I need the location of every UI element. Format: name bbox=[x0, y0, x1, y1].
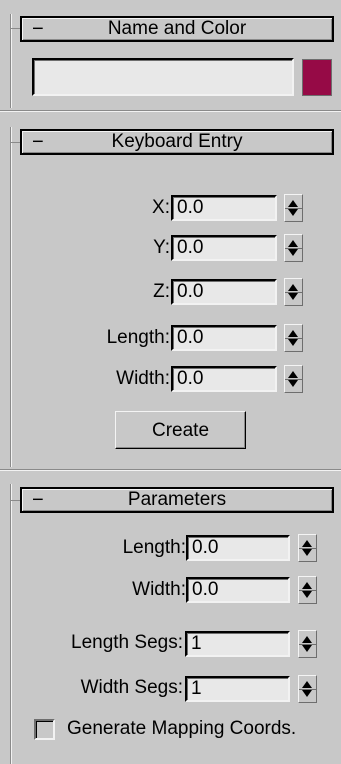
spinner-down-icon bbox=[288, 209, 298, 216]
spinner-down-icon bbox=[288, 249, 298, 256]
z-input[interactable]: 0.0 bbox=[171, 279, 277, 305]
y-input[interactable]: 0.0 bbox=[171, 235, 277, 261]
rollout-frame-tick bbox=[10, 28, 20, 29]
width-input[interactable]: 0.0 bbox=[171, 366, 277, 392]
spinner-up-icon bbox=[302, 540, 312, 547]
param-width-label: Width: bbox=[132, 579, 186, 600]
rollout-title: Parameters bbox=[127, 489, 227, 510]
spinner-down-icon bbox=[288, 293, 298, 300]
y-label: Y: bbox=[153, 237, 170, 258]
param-length-input[interactable]: 0.0 bbox=[186, 535, 290, 561]
x-spinner[interactable] bbox=[284, 194, 303, 222]
spinner-up-icon bbox=[288, 371, 298, 378]
rollout-frame-line bbox=[10, 127, 12, 467]
rollout-frame-line bbox=[10, 484, 12, 764]
rollout-separator bbox=[0, 469, 341, 471]
y-spinner[interactable] bbox=[284, 234, 303, 262]
z-label: Z: bbox=[153, 281, 170, 302]
param-width-spinner[interactable] bbox=[298, 576, 317, 604]
rollout-title: Keyboard Entry bbox=[111, 131, 243, 152]
x-input[interactable]: 0.0 bbox=[171, 195, 277, 221]
param-length-label: Length: bbox=[122, 537, 186, 558]
spinner-down-icon bbox=[302, 645, 312, 652]
param-length-spinner[interactable] bbox=[298, 534, 317, 562]
rollout-title: Name and Color bbox=[107, 18, 247, 39]
spinner-down-icon bbox=[288, 339, 298, 346]
width-label: Width: bbox=[116, 368, 170, 389]
length-segs-input[interactable]: 1 bbox=[185, 631, 290, 657]
spinner-up-icon bbox=[288, 284, 298, 291]
spinner-down-icon bbox=[302, 591, 312, 598]
keyboard-entry-header[interactable]: − Keyboard Entry bbox=[20, 129, 334, 155]
length-segs-spinner[interactable] bbox=[298, 630, 317, 658]
spinner-up-icon bbox=[302, 636, 312, 643]
object-color-swatch[interactable] bbox=[302, 59, 332, 96]
spinner-up-icon bbox=[302, 681, 312, 688]
generate-mapping-checkbox[interactable] bbox=[34, 719, 55, 740]
generate-mapping-label[interactable]: Generate Mapping Coords. bbox=[67, 717, 296, 741]
length-input[interactable]: 0.0 bbox=[171, 325, 277, 351]
param-width-input[interactable]: 0.0 bbox=[186, 577, 290, 603]
width-segs-spinner[interactable] bbox=[298, 675, 317, 703]
rollout-separator bbox=[0, 110, 341, 112]
length-spinner[interactable] bbox=[284, 324, 303, 352]
spinner-down-icon bbox=[302, 690, 312, 697]
width-segs-input[interactable]: 1 bbox=[185, 676, 290, 702]
create-button[interactable]: Create bbox=[115, 411, 246, 449]
length-label: Length: bbox=[106, 327, 170, 348]
rollout-frame-tick bbox=[10, 500, 20, 501]
spinner-down-icon bbox=[302, 549, 312, 556]
length-segs-label: Length Segs: bbox=[71, 632, 183, 653]
width-segs-label: Width Segs: bbox=[80, 677, 183, 698]
spinner-up-icon bbox=[302, 582, 312, 589]
object-name-input[interactable] bbox=[32, 58, 294, 96]
width-spinner[interactable] bbox=[284, 365, 303, 393]
x-label: X: bbox=[152, 197, 170, 218]
rollout-frame-tick bbox=[10, 142, 20, 143]
parameters-header[interactable]: − Parameters bbox=[20, 487, 334, 513]
spinner-up-icon bbox=[288, 240, 298, 247]
z-spinner[interactable] bbox=[284, 278, 303, 306]
spinner-up-icon bbox=[288, 330, 298, 337]
name-and-color-header[interactable]: − Name and Color bbox=[20, 16, 334, 42]
spinner-up-icon bbox=[288, 200, 298, 207]
spinner-down-icon bbox=[288, 380, 298, 387]
